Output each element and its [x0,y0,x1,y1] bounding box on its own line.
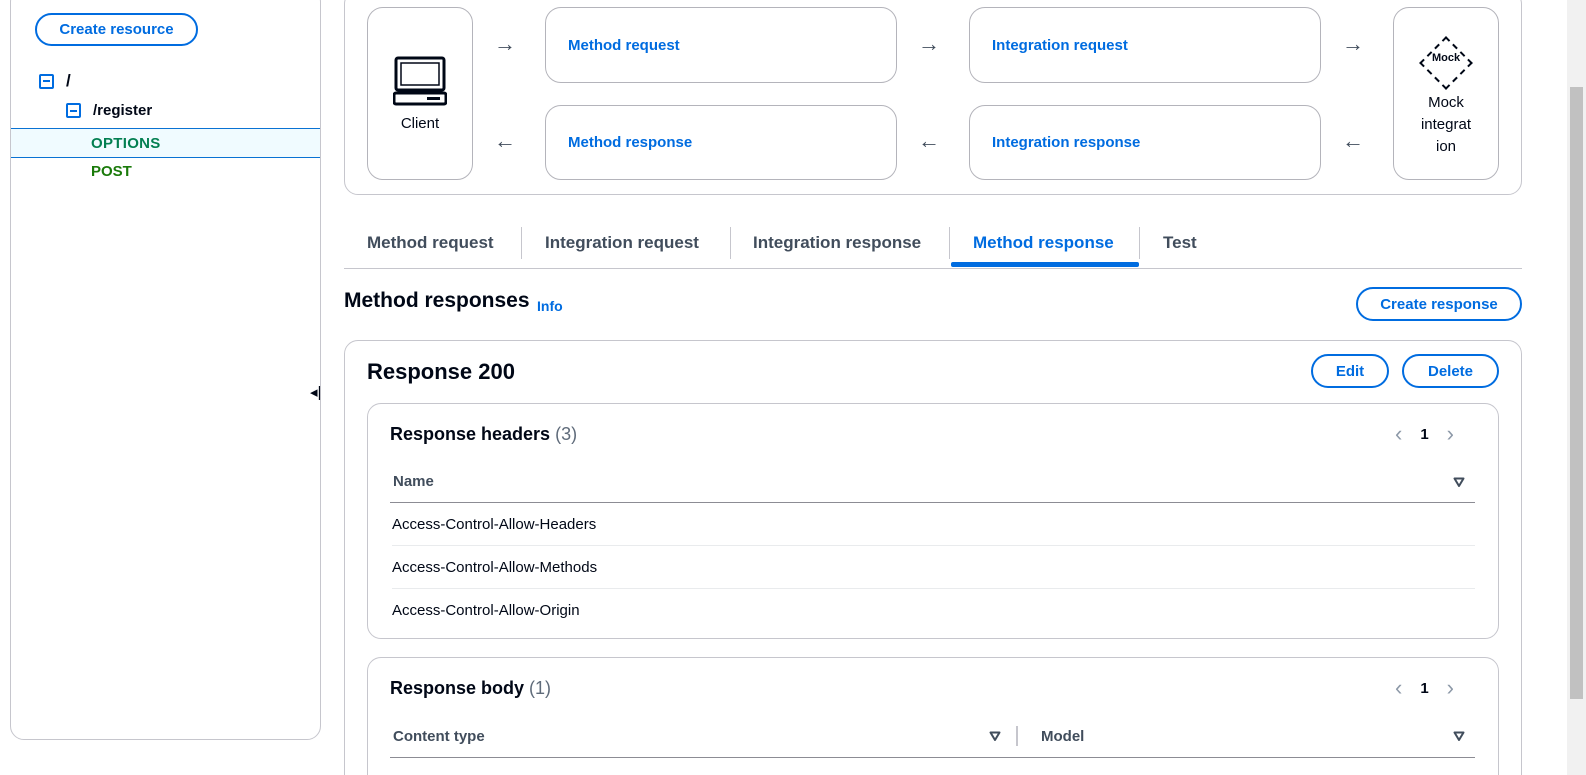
method-request-link[interactable]: Method request [545,7,897,83]
arrow-left-icon: ← [1342,128,1364,153]
client-box: Client [367,7,473,180]
response-body-title: Response body (1) [390,678,551,699]
edit-button[interactable]: Edit [1311,354,1389,388]
page-number[interactable]: 1 [1420,426,1428,443]
integration-response-link[interactable]: Integration response [969,105,1321,180]
tree-item-root-label: / [66,71,71,90]
response-headers-count: (3) [555,424,578,444]
arrow-right-icon: → [494,31,516,56]
table-row: Access-Control-Allow-Headers [392,503,1475,546]
header-name-cell: Access-Control-Allow-Headers [392,515,597,533]
tree-item-register[interactable]: /register [66,102,152,119]
options-method-label: OPTIONS [91,134,161,152]
mock-label-line: integrat [1420,116,1472,133]
body-pagination: ‹ 1 › [1395,677,1454,699]
headers-pagination: ‹ 1 › [1395,423,1454,445]
method-response-link[interactable]: Method response [545,105,897,180]
header-name-cell: Access-Control-Allow-Methods [392,558,598,576]
tab-method-request[interactable]: Method request [367,219,494,267]
chevron-left-icon[interactable]: ‹ [1395,423,1402,445]
resources-panel: Create resource / /register OPTIONS POST [10,0,321,740]
header-name-cell: Access-Control-Allow-Origin [392,602,580,619]
info-link[interactable]: Info [537,298,563,314]
tree-item-options[interactable]: OPTIONS [11,128,320,158]
collapse-icon[interactable] [39,73,54,89]
content-type-column-header[interactable]: Content type [393,728,485,745]
arrow-right-icon: → [1342,31,1364,56]
collapse-icon[interactable] [66,103,81,118]
mock-label-line: Mock [1428,94,1464,111]
integration-request-link[interactable]: Integration request [969,7,1321,83]
computer-icon [393,56,447,106]
tab-divider [1139,227,1140,259]
arrow-right-icon: → [918,31,940,56]
mock-badge: Mock [1431,52,1461,64]
sort-caret-icon[interactable] [1453,730,1465,742]
arrow-left-icon: ← [918,128,940,153]
scrollbar-thumb[interactable] [1570,87,1583,699]
name-column-header[interactable]: Name [393,473,434,490]
tree-item-root[interactable]: / [39,71,71,91]
tab-divider [521,227,522,259]
model-column-header[interactable]: Model [1041,728,1084,745]
response-body-title-text: Response body [390,678,525,698]
response-body-count: (1) [529,678,552,698]
tab-divider [949,227,950,259]
mock-integration-label: Mock integrat ion [1394,92,1498,158]
active-tab-indicator [951,262,1139,267]
mock-label-line: ion [1435,138,1457,155]
table-header-divider [390,757,1475,758]
sort-caret-icon[interactable] [1453,476,1465,488]
response-title: Response 200 [367,359,515,384]
page-title: Method responses [344,289,530,312]
tree-item-post[interactable]: POST [91,163,132,180]
tab-method-response[interactable]: Method response [973,219,1114,267]
response-headers-title-text: Response headers [390,424,551,444]
mock-integration-box: Mock Mock integrat ion [1393,7,1499,180]
response-headers-title: Response headers (3) [390,424,577,445]
sort-caret-icon[interactable] [989,730,1001,742]
column-resize-handle[interactable] [1016,726,1018,746]
tab-test[interactable]: Test [1163,219,1197,267]
table-row: Access-Control-Allow-Methods [392,546,1475,589]
chevron-right-icon[interactable]: › [1447,677,1454,699]
page-number[interactable]: 1 [1420,680,1428,697]
chevron-left-icon[interactable]: ‹ [1395,677,1402,699]
arrow-left-icon: ← [494,128,516,153]
chevron-right-icon[interactable]: › [1447,423,1454,445]
page-scrollbar[interactable] [1567,0,1586,775]
method-tabs: Method request Integration request Integ… [344,219,1522,269]
create-resource-button[interactable]: Create resource [35,13,198,46]
panel-resize-handle[interactable]: ◂| [310,383,321,401]
client-label: Client [400,115,440,132]
tab-integration-request[interactable]: Integration request [545,219,699,267]
tree-item-register-label: /register [93,102,153,119]
tab-divider [730,227,731,259]
create-response-button[interactable]: Create response [1356,287,1522,321]
table-row: Access-Control-Allow-Origin [392,589,1475,632]
method-execution-diagram [344,0,1522,195]
delete-button[interactable]: Delete [1402,354,1499,388]
tab-integration-response[interactable]: Integration response [753,219,921,267]
post-method-label: POST [91,163,132,180]
